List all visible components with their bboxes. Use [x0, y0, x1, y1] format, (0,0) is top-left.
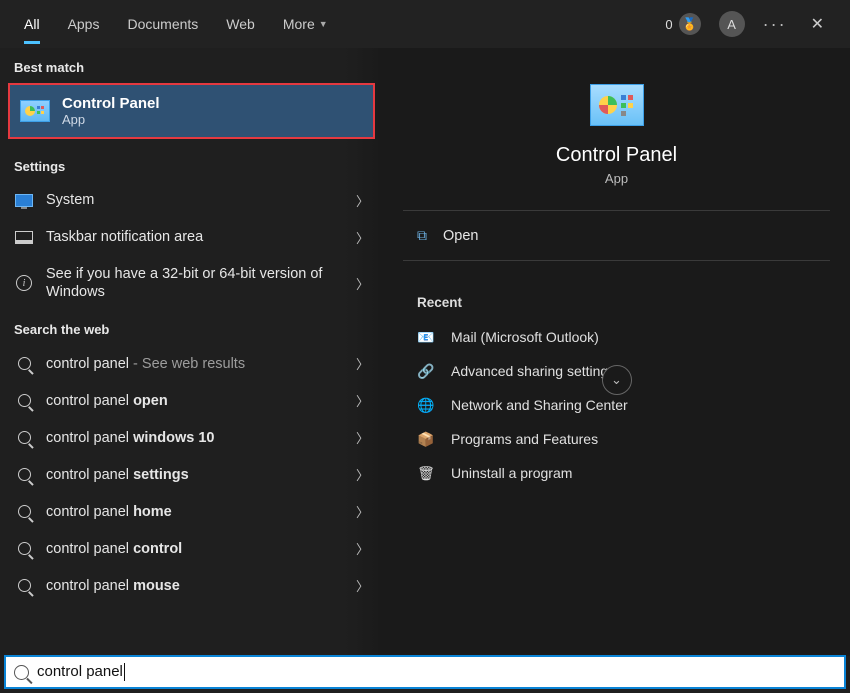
- chevron-right-icon: 〉: [356, 502, 369, 521]
- settings-item-label: Taskbar notification area: [46, 228, 344, 246]
- monitor-icon: [14, 194, 34, 207]
- settings-header: Settings: [0, 147, 383, 182]
- tab-more[interactable]: More ▼: [269, 0, 342, 48]
- web-result-item[interactable]: control panel - See web results 〉: [0, 345, 383, 382]
- control-panel-icon: [20, 100, 50, 122]
- content-area: Best match Control Panel App Settings Sy…: [0, 48, 850, 656]
- best-match-title: Control Panel: [62, 95, 160, 112]
- control-panel-icon-large: [590, 84, 644, 126]
- chevron-right-icon: 〉: [356, 274, 369, 293]
- search-icon: [14, 505, 34, 518]
- account-avatar[interactable]: A: [719, 11, 745, 37]
- tab-documents[interactable]: Documents: [113, 0, 212, 48]
- recent-item-icon: 🔗: [417, 362, 435, 380]
- settings-item-label: System: [46, 191, 344, 209]
- search-icon: [14, 468, 34, 481]
- medal-icon: 🏅: [679, 13, 701, 35]
- web-result-item[interactable]: control panel mouse 〉: [0, 567, 383, 604]
- tabs: All Apps Documents Web More ▼: [10, 0, 342, 48]
- web-result-label: control panel - See web results: [46, 355, 344, 373]
- settings-item-label: See if you have a 32-bit or 64-bit versi…: [46, 265, 344, 301]
- top-tab-bar: All Apps Documents Web More ▼ 0 🏅 A ··· …: [0, 0, 850, 48]
- results-pane: Best match Control Panel App Settings Sy…: [0, 48, 383, 656]
- web-result-item[interactable]: control panel home 〉: [0, 493, 383, 530]
- search-input[interactable]: control panel: [4, 655, 846, 689]
- chevron-right-icon: 〉: [356, 539, 369, 558]
- preview-subtitle: App: [605, 171, 628, 186]
- best-match-subtitle: App: [62, 112, 160, 127]
- settings-item-system[interactable]: System 〉: [0, 182, 383, 219]
- web-result-label: control panel windows 10: [46, 429, 344, 447]
- open-label: Open: [443, 228, 478, 244]
- settings-item-bitness[interactable]: i See if you have a 32-bit or 64-bit ver…: [0, 256, 383, 310]
- search-icon: [14, 431, 34, 444]
- recent-item[interactable]: 📧 Mail (Microsoft Outlook): [403, 320, 830, 354]
- preview-pane: Control Panel App ⧉ Open ⌄ Recent 📧 Mail …: [383, 48, 850, 656]
- recent-item-icon: 🌐: [417, 396, 435, 414]
- best-match-result[interactable]: Control Panel App: [8, 83, 375, 139]
- preview-header: Control Panel App: [403, 66, 830, 210]
- settings-item-taskbar[interactable]: Taskbar notification area 〉: [0, 219, 383, 256]
- open-icon: ⧉: [417, 227, 427, 244]
- web-header: Search the web: [0, 310, 383, 345]
- rewards-points: 0: [665, 17, 672, 32]
- chevron-down-icon: ▼: [319, 19, 328, 29]
- search-icon: [14, 665, 29, 680]
- chevron-right-icon: 〉: [356, 391, 369, 410]
- expand-toggle[interactable]: ⌄: [602, 365, 632, 395]
- open-action[interactable]: ⧉ Open: [403, 211, 830, 260]
- chevron-right-icon: 〉: [356, 465, 369, 484]
- text-caret: [124, 663, 125, 681]
- recent-item-label: Programs and Features: [451, 431, 598, 447]
- search-query-text: control panel: [37, 663, 125, 681]
- search-icon: [14, 542, 34, 555]
- web-result-label: control panel settings: [46, 466, 344, 484]
- search-icon: [14, 357, 34, 370]
- recent-item-icon: 🗑: [417, 464, 435, 482]
- recent-item-icon: 📧: [417, 328, 435, 346]
- web-result-item[interactable]: control panel windows 10 〉: [0, 419, 383, 456]
- search-icon: [14, 579, 34, 592]
- tab-apps[interactable]: Apps: [54, 0, 114, 48]
- search-icon: [14, 394, 34, 407]
- divider: [403, 260, 830, 261]
- best-match-text: Control Panel App: [62, 95, 160, 127]
- chevron-right-icon: 〉: [356, 228, 369, 247]
- chevron-right-icon: 〉: [356, 191, 369, 210]
- rewards-indicator[interactable]: 0 🏅: [665, 13, 700, 35]
- recent-header: Recent: [403, 289, 830, 320]
- web-result-label: control panel control: [46, 540, 344, 558]
- info-icon: i: [14, 275, 34, 291]
- web-result-item[interactable]: control panel settings 〉: [0, 456, 383, 493]
- chevron-right-icon: 〉: [356, 576, 369, 595]
- web-result-label: control panel home: [46, 503, 344, 521]
- recent-item-icon: 📦: [417, 430, 435, 448]
- tab-web[interactable]: Web: [212, 0, 269, 48]
- taskbar-icon: [14, 231, 34, 244]
- web-result-label: control panel mouse: [46, 577, 344, 595]
- web-result-item[interactable]: control panel control 〉: [0, 530, 383, 567]
- tab-all[interactable]: All: [10, 0, 54, 48]
- topbar-right: 0 🏅 A ··· ✕: [665, 10, 840, 38]
- preview-title: Control Panel: [556, 144, 677, 167]
- close-button[interactable]: ✕: [805, 10, 830, 38]
- recent-item[interactable]: 📦 Programs and Features: [403, 422, 830, 456]
- tab-more-label: More: [283, 16, 315, 32]
- web-result-item[interactable]: control panel open 〉: [0, 382, 383, 419]
- best-match-header: Best match: [0, 48, 383, 83]
- web-result-label: control panel open: [46, 392, 344, 410]
- recent-item-label: Advanced sharing settings: [451, 363, 615, 379]
- recent-item-label: Uninstall a program: [451, 465, 572, 481]
- recent-item-label: Network and Sharing Center: [451, 397, 628, 413]
- recent-item[interactable]: 🗑 Uninstall a program: [403, 456, 830, 490]
- more-options-button[interactable]: ···: [763, 14, 787, 35]
- chevron-right-icon: 〉: [356, 354, 369, 373]
- recent-item-label: Mail (Microsoft Outlook): [451, 329, 599, 345]
- chevron-right-icon: 〉: [356, 428, 369, 447]
